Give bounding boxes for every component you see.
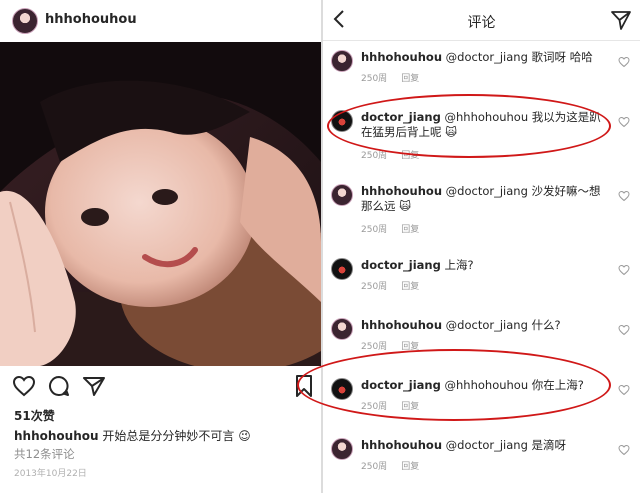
post-action-bar	[0, 372, 321, 400]
page-title: 评论	[467, 15, 496, 31]
comment-body: doctor_jiang @hhhohouhou 我以为这是趴在猛男后背上呢 🙀	[361, 110, 601, 140]
comment-username[interactable]: doctor_jiang	[361, 258, 441, 272]
comment-body: hhhohouhou @doctor_jiang 歌词呀 哈哈	[361, 50, 601, 65]
likes-count[interactable]: 51次赞	[14, 407, 55, 424]
selfie-image	[0, 42, 321, 366]
small-heart-icon[interactable]	[618, 116, 630, 128]
share-icon[interactable]	[82, 374, 106, 398]
comment-row: hhhohouhou @doctor_jiang 沙发好嘛～想那么远 🙀 250周…	[323, 180, 640, 246]
comment-meta: 250周 回复	[361, 222, 433, 235]
comment-text: 上海?	[444, 258, 474, 272]
avatar[interactable]	[331, 184, 353, 206]
comment-text: @doctor_jiang 什么?	[445, 318, 561, 332]
view-all-comments-link[interactable]: 共12条评论	[14, 446, 75, 462]
comment-time: 250周	[361, 282, 388, 292]
comment-username[interactable]: hhhohouhou	[361, 50, 442, 64]
comment-body: hhhohouhou @doctor_jiang 沙发好嘛～想那么远 🙀	[361, 184, 601, 214]
comment-time: 250周	[361, 462, 388, 472]
comment-meta: 250周 回复	[361, 459, 433, 472]
comment-username[interactable]: hhhohouhou	[361, 318, 442, 332]
post-photo[interactable]	[0, 42, 321, 366]
reply-button[interactable]: 回复	[401, 74, 419, 84]
small-heart-icon[interactable]	[618, 56, 630, 68]
comment-username[interactable]: doctor_jiang	[361, 110, 441, 124]
comment-body: doctor_jiang 上海?	[361, 258, 601, 273]
comment-time: 250周	[361, 74, 388, 84]
comment-time: 250周	[361, 151, 388, 161]
comment-icon[interactable]	[47, 374, 71, 398]
small-heart-icon[interactable]	[618, 190, 630, 202]
comment-username[interactable]: doctor_jiang	[361, 378, 441, 392]
comment-time: 250周	[361, 402, 388, 412]
avatar[interactable]	[331, 50, 353, 72]
comment-row: hhhohouhou @doctor_jiang 什么? 250周 回复	[323, 314, 640, 380]
post-panel: hhhohouhou 51次赞 hhhohouhou 开始总是分分钟妙不可言 😉…	[0, 0, 321, 493]
comment-row: hhhohouhou @doctor_jiang 歌词呀 哈哈 250周 回复	[323, 46, 640, 112]
comment-row: hhhohouhou @doctor_jiang 是滴呀 250周 回复	[323, 434, 640, 500]
reply-button[interactable]: 回复	[401, 462, 419, 472]
bookmark-icon[interactable]	[292, 374, 316, 398]
small-heart-icon[interactable]	[618, 264, 630, 276]
caption-text: 开始总是分分钟妙不可言 😉	[102, 429, 251, 443]
comment-time: 250周	[361, 342, 388, 352]
comment-text: @doctor_jiang 是滴呀	[445, 438, 567, 452]
comment-meta: 250周 回复	[361, 71, 433, 84]
post-date: 2013年10月22日	[14, 469, 87, 479]
reply-button[interactable]: 回复	[401, 282, 419, 292]
comment-body: hhhohouhou @doctor_jiang 是滴呀	[361, 438, 601, 453]
avatar[interactable]	[331, 258, 353, 280]
comment-username[interactable]: hhhohouhou	[361, 438, 442, 452]
comment-body: doctor_jiang @hhhohouhou 你在上海?	[361, 378, 601, 393]
comment-row: doctor_jiang @hhhohouhou 我以为这是趴在猛男后背上呢 🙀…	[323, 106, 640, 172]
comment-body: hhhohouhou @doctor_jiang 什么?	[361, 318, 601, 333]
small-heart-icon[interactable]	[618, 324, 630, 336]
post-caption: hhhohouhou 开始总是分分钟妙不可言 😉	[14, 427, 251, 444]
comment-meta: 250周 回复	[361, 148, 433, 161]
comment-row: doctor_jiang @hhhohouhou 你在上海? 250周 回复	[323, 374, 640, 440]
avatar[interactable]	[331, 438, 353, 460]
heart-icon[interactable]	[12, 374, 36, 398]
small-heart-icon[interactable]	[618, 444, 630, 456]
reply-button[interactable]: 回复	[401, 342, 419, 352]
comment-meta: 250周 回复	[361, 399, 433, 412]
reply-button[interactable]: 回复	[401, 151, 419, 161]
post-header: hhhohouhou	[0, 0, 321, 40]
comment-text: @doctor_jiang 歌词呀 哈哈	[445, 50, 593, 64]
post-username[interactable]: hhhohouhou	[45, 12, 137, 27]
reply-button[interactable]: 回复	[401, 225, 419, 235]
comment-time: 250周	[361, 225, 388, 235]
comment-username[interactable]: hhhohouhou	[361, 184, 442, 198]
comment-meta: 250周 回复	[361, 339, 433, 352]
avatar[interactable]	[331, 110, 353, 132]
comment-meta: 250周 回复	[361, 279, 433, 292]
caption-username[interactable]: hhhohouhou	[14, 429, 99, 443]
comment-text: @hhhohouhou 你在上海?	[444, 378, 584, 392]
comments-nav-bar: 评论	[323, 0, 640, 41]
avatar[interactable]	[12, 8, 38, 34]
reply-button[interactable]: 回复	[401, 402, 419, 412]
small-heart-icon[interactable]	[618, 384, 630, 396]
send-icon[interactable]	[610, 9, 632, 31]
avatar[interactable]	[331, 378, 353, 400]
comments-panel: 评论 hhhohouhou @doctor_jiang 歌词呀 哈哈 250周 回复…	[323, 0, 640, 493]
avatar[interactable]	[331, 318, 353, 340]
comment-row: doctor_jiang 上海? 250周 回复	[323, 254, 640, 320]
